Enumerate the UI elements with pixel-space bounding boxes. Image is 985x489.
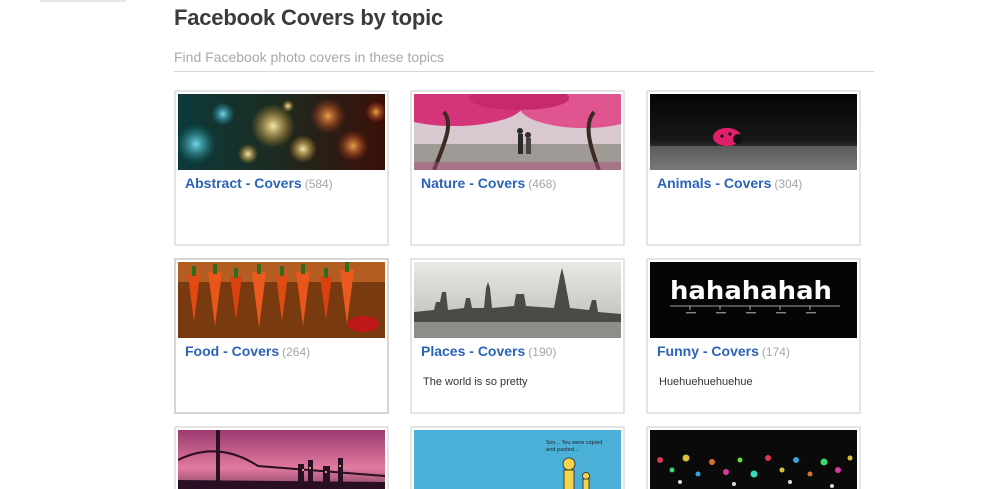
abstract-cover-thumbnail[interactable] bbox=[178, 94, 385, 170]
page-title: Facebook Covers by topic bbox=[174, 5, 444, 30]
topic-card-animals[interactable]: Animals - Covers (304) bbox=[646, 90, 861, 246]
page-subtitle: Find Facebook photo covers in these topi… bbox=[174, 49, 445, 65]
topic-description: Huehuehuehuehue bbox=[659, 376, 753, 388]
funny-thumbnail-text: hahahahah bbox=[670, 276, 832, 305]
header-fragment bbox=[40, 0, 126, 2]
topic-description: The world is so pretty bbox=[423, 376, 528, 388]
topic-card-places[interactable]: Places - Covers (190) The world is so pre… bbox=[410, 258, 625, 414]
comic-caption-line-1: Son... You were copied bbox=[546, 440, 602, 446]
topic-link-abstract[interactable]: Abstract - Covers (584) bbox=[185, 175, 333, 191]
topic-card-nature[interactable]: Nature - Covers (468) bbox=[410, 90, 625, 246]
topic-link-nature[interactable]: Nature - Covers (468) bbox=[421, 175, 556, 191]
topic-link-places[interactable]: Places - Covers (190) bbox=[421, 343, 556, 359]
topic-count: (190) bbox=[528, 345, 557, 359]
topic-count: (468) bbox=[528, 177, 557, 191]
topic-count: (174) bbox=[761, 345, 790, 359]
city-bridge-cover-thumbnail[interactable] bbox=[178, 430, 385, 489]
topic-count: (584) bbox=[304, 177, 333, 191]
topic-card-row3-1[interactable] bbox=[174, 426, 389, 489]
topic-count: (264) bbox=[282, 345, 311, 359]
topic-link-food[interactable]: Food - Covers (264) bbox=[185, 343, 310, 359]
places-cover-thumbnail[interactable] bbox=[414, 262, 621, 338]
topic-name[interactable]: Animals - Covers bbox=[657, 175, 771, 191]
topic-link-funny[interactable]: Funny - Covers (174) bbox=[657, 343, 790, 359]
topic-name[interactable]: Funny - Covers bbox=[657, 343, 759, 359]
topic-card-food[interactable]: Food - Covers (264) bbox=[174, 258, 389, 414]
food-cover-thumbnail[interactable] bbox=[178, 262, 385, 338]
topic-name[interactable]: Food - Covers bbox=[185, 343, 279, 359]
funny-cover-thumbnail[interactable]: hahahahah bbox=[650, 262, 857, 338]
topic-card-row3-3[interactable] bbox=[646, 426, 861, 489]
comic-caption-line-2: and pasted... bbox=[546, 447, 579, 453]
topic-card-funny[interactable]: hahahahah Funny - Covers (174) Huehuehueh… bbox=[646, 258, 861, 414]
nature-cover-thumbnail[interactable] bbox=[414, 94, 621, 170]
animals-cover-thumbnail[interactable] bbox=[650, 94, 857, 170]
topic-link-animals[interactable]: Animals - Covers (304) bbox=[657, 175, 802, 191]
topic-card-row3-2[interactable]: Son... You were copied and pasted... bbox=[410, 426, 625, 489]
topic-count: (304) bbox=[774, 177, 803, 191]
topic-name[interactable]: Abstract - Covers bbox=[185, 175, 302, 191]
lights-cover-thumbnail[interactable] bbox=[650, 430, 857, 489]
topic-card-abstract[interactable]: Abstract - Covers (584) bbox=[174, 90, 389, 246]
topic-name[interactable]: Places - Covers bbox=[421, 343, 525, 359]
title-divider bbox=[174, 71, 874, 72]
topic-name[interactable]: Nature - Covers bbox=[421, 175, 525, 191]
comic-cover-thumbnail[interactable]: Son... You were copied and pasted... bbox=[414, 430, 621, 489]
